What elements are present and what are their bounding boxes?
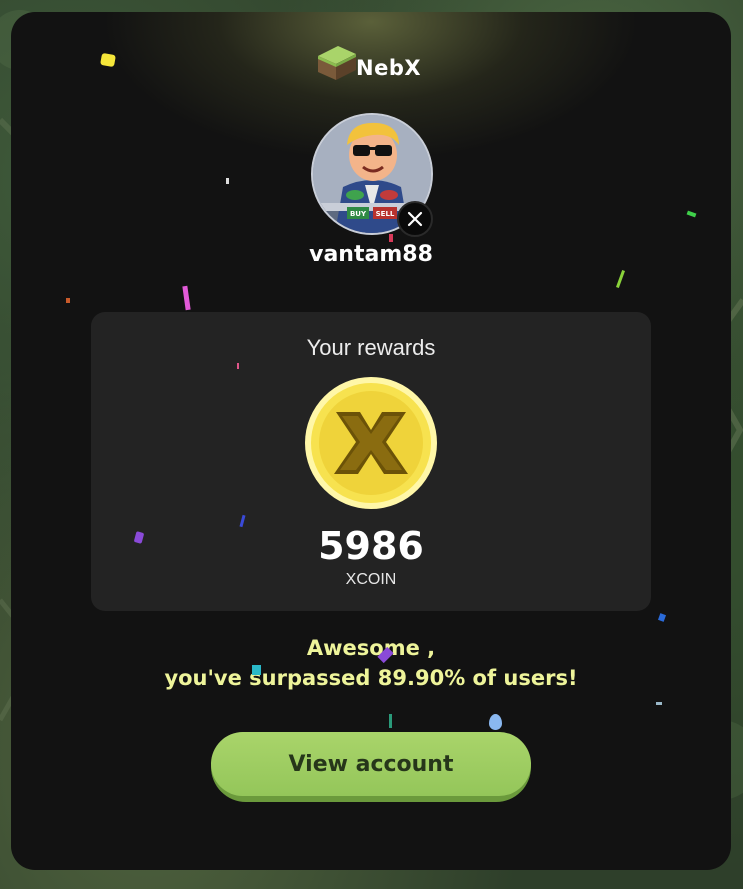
rewards-panel: Your rewards 5986 XCOIN — [91, 312, 651, 611]
confetti-piece — [489, 714, 502, 730]
rewards-title: Your rewards — [306, 335, 436, 360]
x-logo-icon[interactable] — [397, 201, 433, 237]
reward-unit: XCOIN — [345, 571, 397, 588]
reward-card: NebX BUY SELL vantam88 Your rewards 5986… — [11, 12, 731, 870]
confetti-piece — [66, 298, 70, 303]
cube-logo-icon — [318, 46, 356, 80]
message-line-2: you've surpassed 89.90% of users! — [164, 666, 578, 690]
confetti-piece — [389, 714, 392, 728]
confetti-piece — [252, 665, 261, 675]
sell-label: SELL — [376, 210, 395, 218]
confetti-piece — [100, 52, 116, 68]
confetti-piece — [616, 270, 625, 288]
brand-name: NebX — [356, 56, 422, 80]
xcoin-icon — [304, 376, 438, 510]
confetti-piece — [226, 178, 229, 184]
view-account-label: View account — [211, 732, 531, 796]
confetti-piece — [657, 613, 667, 622]
confetti-piece — [389, 234, 393, 242]
reward-amount: 5986 — [318, 524, 424, 568]
view-account-button[interactable]: View account — [211, 732, 531, 802]
brand-logo: NebX — [316, 42, 456, 84]
buy-label: BUY — [350, 210, 367, 218]
achievement-message: Awesome , you've surpassed 89.90% of use… — [11, 633, 731, 693]
username: vantam88 — [309, 242, 433, 267]
confetti-piece — [656, 702, 662, 705]
confetti-piece — [237, 363, 239, 369]
message-line-1: Awesome , — [306, 636, 436, 660]
confetti-piece — [686, 210, 697, 218]
confetti-piece — [182, 285, 191, 311]
